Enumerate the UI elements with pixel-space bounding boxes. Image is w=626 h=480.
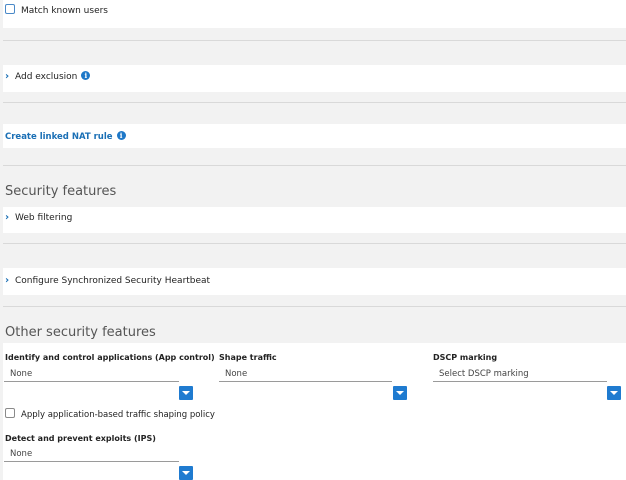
dscp-dropdown-button[interactable] xyxy=(607,386,621,400)
info-icon[interactable]: i xyxy=(81,71,91,80)
app-control-select[interactable]: None xyxy=(4,367,179,382)
add-exclusion-toggle[interactable]: › Add exclusion i xyxy=(5,71,91,82)
shape-traffic-select[interactable]: None xyxy=(219,367,392,382)
dscp-label: DSCP marking xyxy=(433,353,498,362)
app-control-dropdown-button[interactable] xyxy=(179,386,193,400)
chevron-right-icon: › xyxy=(5,212,10,223)
app-traffic-shaping-label: Apply application-based traffic shaping … xyxy=(21,410,215,420)
divider xyxy=(3,165,626,166)
shape-traffic-label: Shape traffic xyxy=(219,353,277,362)
info-icon[interactable]: i xyxy=(116,131,126,140)
app-traffic-shaping-checkbox[interactable]: Apply application-based traffic shaping … xyxy=(5,408,215,420)
divider xyxy=(3,102,626,103)
ips-dropdown-button[interactable] xyxy=(179,466,193,480)
add-exclusion-label: Add exclusion xyxy=(15,72,78,82)
heartbeat-label: Configure Synchronized Security Heartbea… xyxy=(15,276,211,286)
create-nat-rule[interactable]: Create linked NAT rule i xyxy=(5,131,126,142)
web-filtering-panel xyxy=(3,207,626,233)
checkbox-icon[interactable] xyxy=(5,4,15,14)
ips-select[interactable]: None xyxy=(4,447,179,462)
security-features-heading: Security features xyxy=(5,184,117,199)
dscp-select[interactable]: Select DSCP marking xyxy=(433,367,607,382)
exclusion-panel xyxy=(3,65,626,92)
divider xyxy=(3,40,626,41)
create-nat-rule-link[interactable]: Create linked NAT rule xyxy=(5,132,113,142)
divider xyxy=(3,306,626,307)
web-filtering-label: Web filtering xyxy=(15,213,73,223)
chevron-right-icon: › xyxy=(5,71,10,82)
checkbox-icon[interactable] xyxy=(5,408,15,418)
shape-traffic-dropdown-button[interactable] xyxy=(393,386,407,400)
match-known-users-label: Match known users xyxy=(21,6,108,16)
ips-label: Detect and prevent exploits (IPS) xyxy=(5,434,156,443)
heartbeat-toggle[interactable]: › Configure Synchronized Security Heartbe… xyxy=(5,275,210,286)
app-control-label: Identify and control applications (App c… xyxy=(5,353,215,362)
chevron-right-icon: › xyxy=(5,275,10,286)
divider xyxy=(3,243,626,244)
web-filtering-toggle[interactable]: › Web filtering xyxy=(5,212,72,223)
match-known-users-checkbox[interactable]: Match known users xyxy=(5,4,108,16)
other-security-features-heading: Other security features xyxy=(5,325,156,340)
